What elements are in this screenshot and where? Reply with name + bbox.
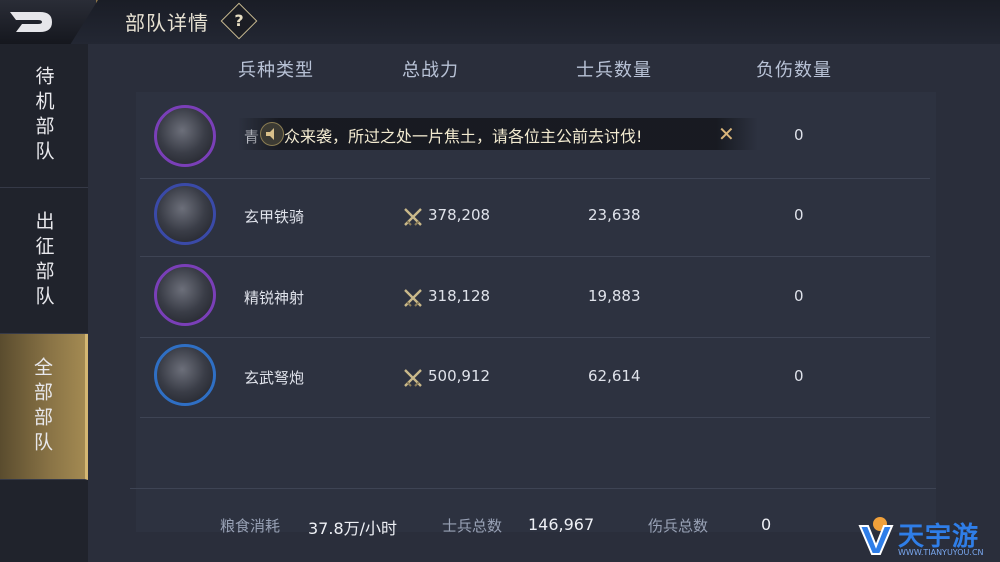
help-glyph: ? [234,11,244,30]
sword-icon [404,289,422,307]
watermark-logo: 天宇游 WWW.TIANYUYOU.CN [858,510,1000,562]
total-wounded-value: 0 [761,515,772,534]
unit-soldiers: 19,883 [588,287,641,305]
column-header-wounded: 负伤数量 [756,60,832,81]
watermark-subtext: WWW.TIANYUYOU.CN [898,548,984,557]
tab-standby-troops[interactable]: 待机部队 [0,44,88,188]
total-soldiers-label: 士兵总数 [442,517,503,535]
column-header-type: 兵种类型 [238,60,314,81]
page-title: 部队详情 [125,11,209,35]
unit-soldiers: 62,614 [588,367,641,385]
unit-power: 378,208 [428,206,491,224]
sword-icon [404,208,422,226]
unit-wounded: 0 [794,206,804,224]
food-consumption-label: 粮食消耗 [220,517,281,535]
column-header-soldiers: 士兵数量 [576,60,652,81]
announcement-banner: 众来袭，所过之处一片焦土，请各位主公前去讨伐! ✕ [238,118,758,150]
summary-footer: 粮食消耗 37.8万/小时 士兵总数 146,967 伤兵总数 0 [130,488,936,559]
total-soldiers-value: 146,967 [528,515,595,534]
close-icon[interactable]: ✕ [718,122,735,146]
table-row[interactable]: 玄武弩炮 500,912 62,614 0 [140,337,930,418]
help-icon[interactable]: ? [220,2,258,40]
tab-label: 全部部队 [31,356,53,457]
food-consumption-value: 37.8万/小时 [308,519,398,538]
back-icon [10,12,52,32]
announcement-text: 众来袭，所过之处一片焦土，请各位主公前去讨伐! [284,127,643,146]
unit-avatar [154,105,216,167]
unit-soldiers: 23,638 [588,206,641,224]
unit-name: 玄甲铁骑 [244,208,305,226]
column-header-power: 总战力 [402,60,459,81]
tab-expedition-troops[interactable]: 出征部队 [0,188,88,334]
sidebar: 待机部队 出征部队 全部部队 [0,44,88,562]
watermark-mascot-icon [858,517,894,555]
total-wounded-label: 伤兵总数 [648,517,709,535]
header-bar: 部队详情 ? [0,0,1000,45]
table-row[interactable]: 玄甲铁骑 378,208 23,638 0 [140,176,930,257]
unit-avatar [154,344,216,406]
tab-all-troops[interactable]: 全部部队 [0,334,88,480]
tab-label: 待机部队 [32,65,55,166]
speaker-icon [260,122,284,146]
unit-name: 玄武弩炮 [244,369,305,387]
unit-power: 318,128 [428,287,491,305]
unit-wounded: 0 [794,126,804,144]
tab-label: 出征部队 [32,210,55,311]
unit-wounded: 0 [794,287,804,305]
unit-avatar [154,264,216,326]
sword-icon [404,369,422,387]
unit-name: 精锐神射 [244,289,305,307]
table-row[interactable]: 精锐神射 318,128 19,883 0 [140,257,930,338]
back-button[interactable] [0,0,98,44]
unit-wounded: 0 [794,367,804,385]
unit-power: 500,912 [428,367,491,385]
unit-avatar [154,183,216,245]
